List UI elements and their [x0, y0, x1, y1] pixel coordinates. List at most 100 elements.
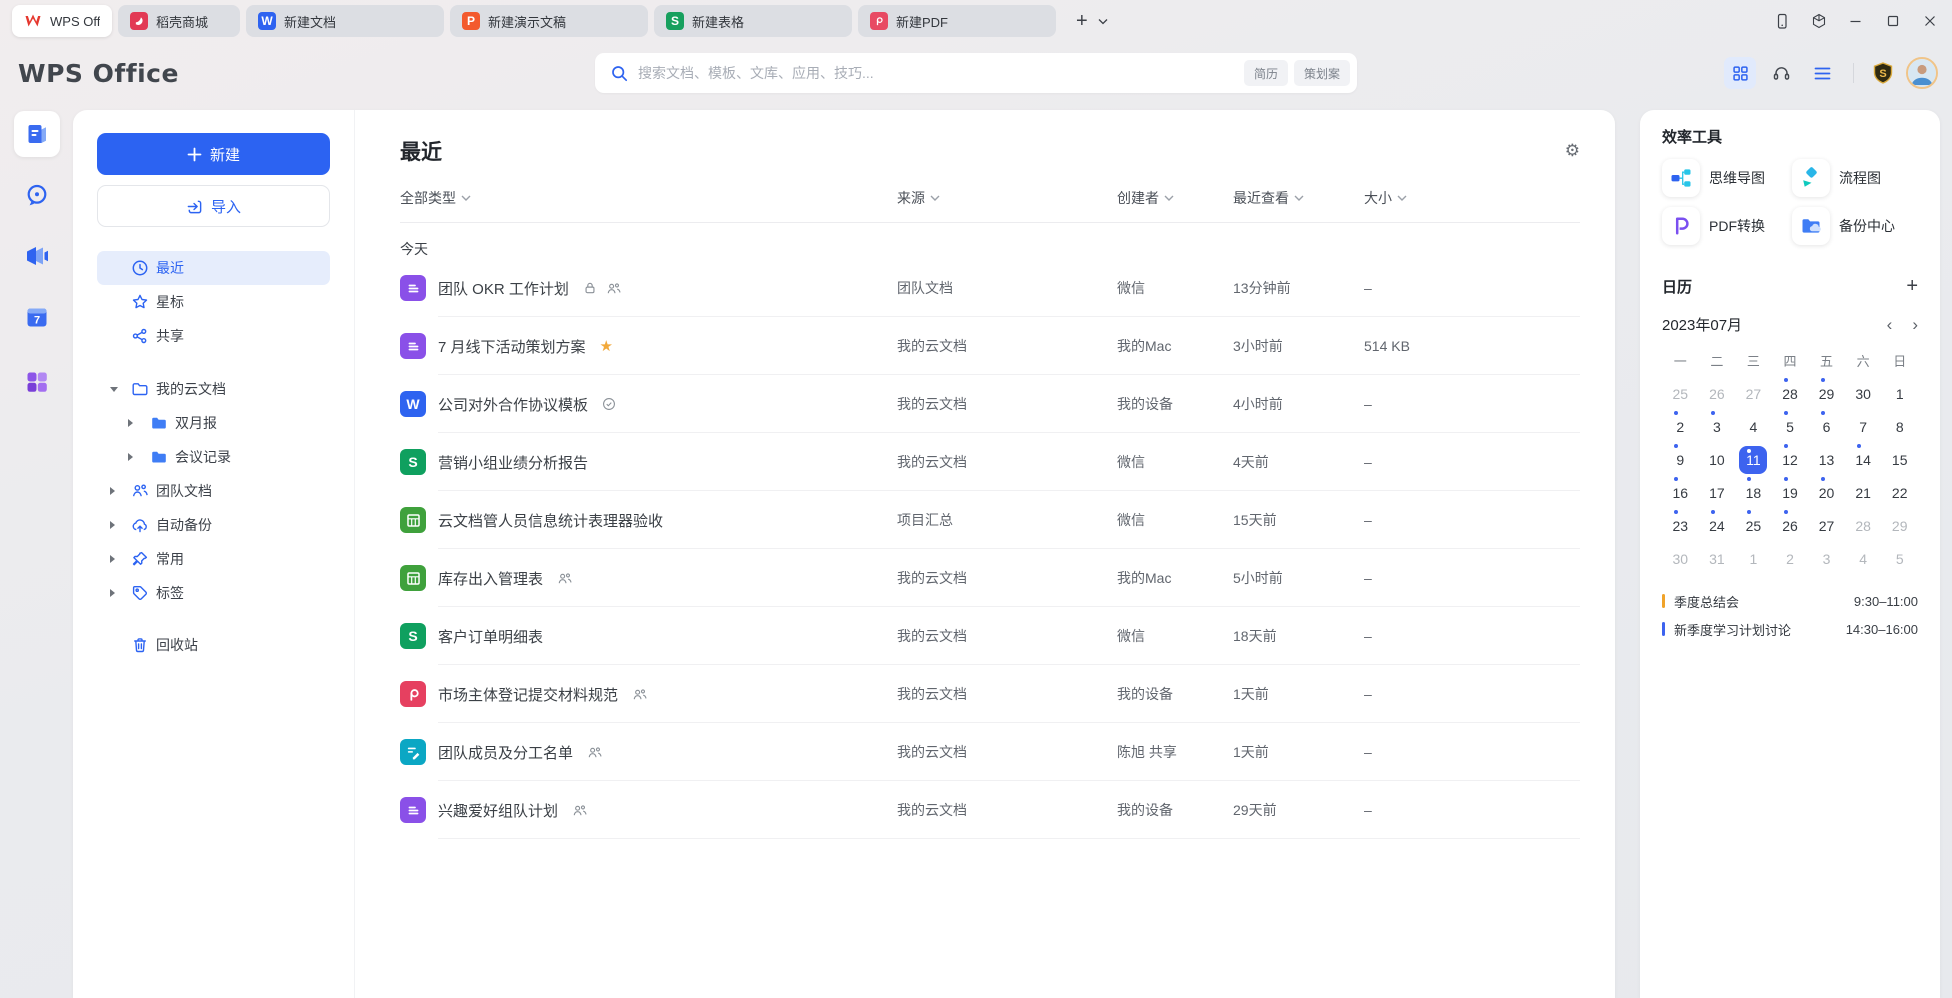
calendar-day[interactable]: 28	[1772, 377, 1809, 410]
rail-apps[interactable]	[14, 359, 60, 405]
menu-lines-icon[interactable]	[1806, 57, 1838, 89]
calendar-day[interactable]: 20	[1808, 476, 1845, 509]
tab-docer-store[interactable]: 稻壳商城	[118, 5, 240, 37]
calendar-day[interactable]: 2	[1662, 410, 1699, 443]
calendar-day[interactable]: 23	[1662, 509, 1699, 542]
maximize-button[interactable]	[1874, 0, 1911, 42]
expand-caret-icon[interactable]	[128, 453, 133, 461]
rail-meetings[interactable]	[14, 233, 60, 279]
tool-backup-center[interactable]: 备份中心	[1792, 207, 1918, 245]
filter-source[interactable]: 来源	[897, 188, 1117, 208]
calendar-day[interactable]: 10	[1699, 443, 1736, 476]
search-input[interactable]	[638, 65, 1238, 81]
sidebar-item-tags[interactable]: 标签	[97, 576, 330, 610]
tab-new-presentation[interactable]: P 新建演示文稿	[450, 5, 648, 37]
calendar-day[interactable]: 29	[1881, 509, 1918, 542]
expand-caret-icon[interactable]	[110, 589, 115, 597]
sidebar-item-meeting-notes[interactable]: 会议记录	[97, 440, 330, 474]
calendar-day[interactable]: 2	[1772, 542, 1809, 575]
search-tag-plan[interactable]: 策划案	[1294, 60, 1350, 86]
calendar-day[interactable]: 1	[1881, 377, 1918, 410]
calendar-day[interactable]: 30	[1845, 377, 1882, 410]
support-headset-icon[interactable]	[1765, 57, 1797, 89]
calendar-day[interactable]: 25	[1662, 377, 1699, 410]
file-row[interactable]: 7 月线下活动策划方案 ★ 我的云文档 我的Mac 3小时前 514 KB	[400, 317, 1580, 375]
tool-mindmap[interactable]: 思维导图	[1662, 159, 1788, 197]
member-badge-icon[interactable]: S	[1869, 57, 1897, 89]
file-row[interactable]: S 营销小组业绩分析报告 我的云文档 微信 4天前 –	[400, 433, 1580, 491]
calendar-day[interactable]: 16	[1662, 476, 1699, 509]
calendar-day[interactable]: 3	[1808, 542, 1845, 575]
calendar-day[interactable]: 25	[1735, 509, 1772, 542]
calendar-day[interactable]: 26	[1699, 377, 1736, 410]
sidebar-item-recent[interactable]: 最近	[97, 251, 330, 285]
expand-caret-icon[interactable]	[110, 487, 115, 495]
calendar-day[interactable]: 29	[1808, 377, 1845, 410]
expand-caret-icon[interactable]	[128, 419, 133, 427]
calendar-day[interactable]: 18	[1735, 476, 1772, 509]
calendar-day[interactable]: 31	[1699, 542, 1736, 575]
grid-view-icon[interactable]	[1724, 57, 1756, 89]
sidebar-item-starred[interactable]: 星标	[97, 285, 330, 319]
sidebar-item-bimonthly-report[interactable]: 双月报	[97, 406, 330, 440]
expand-caret-icon[interactable]	[110, 555, 115, 563]
file-row[interactable]: 云文档管人员信息统计表理器验收 项目汇总 微信 15天前 –	[400, 491, 1580, 549]
calendar-day[interactable]: 21	[1845, 476, 1882, 509]
tool-pdf-convert[interactable]: PDF转换	[1662, 207, 1788, 245]
file-row[interactable]: 市场主体登记提交材料规范 我的云文档 我的设备 1天前 –	[400, 665, 1580, 723]
file-row[interactable]: 团队 OKR 工作计划 团队文档 微信 13分钟前 –	[400, 259, 1580, 317]
calendar-day[interactable]: 5	[1881, 542, 1918, 575]
expand-caret-icon[interactable]	[110, 521, 115, 529]
sidebar-item-my-cloud-docs[interactable]: 我的云文档	[97, 372, 330, 406]
new-tab-button[interactable]: +	[1076, 10, 1088, 33]
event-item[interactable]: 新季度学习计划讨论 14:30–16:00	[1662, 615, 1918, 643]
calendar-day[interactable]: 24	[1699, 509, 1736, 542]
filter-size[interactable]: 大小	[1364, 188, 1580, 208]
file-row[interactable]: 兴趣爱好组队计划 我的云文档 我的设备 29天前 –	[400, 781, 1580, 839]
search-bar[interactable]: 简历 策划案	[595, 53, 1357, 93]
event-item[interactable]: 季度总结会 9:30–11:00	[1662, 587, 1918, 615]
sidebar-item-team-docs[interactable]: 团队文档	[97, 474, 330, 508]
sidebar-item-trash[interactable]: 回收站	[97, 628, 330, 662]
calendar-day[interactable]: 14	[1845, 443, 1882, 476]
calendar-day[interactable]: 30	[1662, 542, 1699, 575]
import-button[interactable]: 导入	[97, 185, 330, 227]
workspace-cube-icon[interactable]	[1800, 0, 1837, 42]
minimize-button[interactable]	[1837, 0, 1874, 42]
calendar-day-selected[interactable]: 11	[1735, 443, 1772, 476]
file-row[interactable]: W 公司对外合作协议模板 我的云文档 我的设备 4小时前 –	[400, 375, 1580, 433]
rail-calendar[interactable]: 7	[14, 294, 60, 340]
tab-new-spreadsheet[interactable]: S 新建表格	[654, 5, 852, 37]
file-row[interactable]: 团队成员及分工名单 我的云文档 陈旭 共享 1天前 –	[400, 723, 1580, 781]
settings-gear-icon[interactable]: ⚙	[1565, 141, 1580, 161]
sidebar-item-shared[interactable]: 共享	[97, 319, 330, 353]
tab-new-document[interactable]: W 新建文档	[246, 5, 444, 37]
user-avatar[interactable]	[1906, 57, 1938, 89]
calendar-next-icon[interactable]: ›	[1912, 315, 1918, 335]
close-button[interactable]	[1911, 0, 1948, 42]
sidebar-item-frequent[interactable]: 常用	[97, 542, 330, 576]
file-row[interactable]: 库存出入管理表 我的云文档 我的Mac 5小时前 –	[400, 549, 1580, 607]
calendar-day[interactable]: 8	[1881, 410, 1918, 443]
tool-flowchart[interactable]: 流程图	[1792, 159, 1918, 197]
filter-creator[interactable]: 创建者	[1117, 188, 1233, 208]
calendar-day[interactable]: 3	[1699, 410, 1736, 443]
calendar-day[interactable]: 4	[1735, 410, 1772, 443]
calendar-day[interactable]: 13	[1808, 443, 1845, 476]
calendar-day[interactable]: 17	[1699, 476, 1736, 509]
filter-last-viewed[interactable]: 最近查看	[1233, 188, 1364, 208]
new-button[interactable]: 新建	[97, 133, 330, 175]
calendar-day[interactable]: 7	[1845, 410, 1882, 443]
tab-new-pdf[interactable]: 新建PDF	[858, 5, 1056, 37]
calendar-day[interactable]: 12	[1772, 443, 1809, 476]
calendar-day[interactable]: 19	[1772, 476, 1809, 509]
calendar-day[interactable]: 9	[1662, 443, 1699, 476]
calendar-prev-icon[interactable]: ‹	[1887, 315, 1893, 335]
sidebar-item-auto-backup[interactable]: 自动备份	[97, 508, 330, 542]
calendar-day[interactable]: 27	[1735, 377, 1772, 410]
rail-messages[interactable]	[14, 172, 60, 218]
tab-wps-office[interactable]: WPS Office	[12, 5, 112, 37]
collapse-caret-icon[interactable]	[110, 387, 118, 392]
calendar-day[interactable]: 28	[1845, 509, 1882, 542]
calendar-day[interactable]: 1	[1735, 542, 1772, 575]
